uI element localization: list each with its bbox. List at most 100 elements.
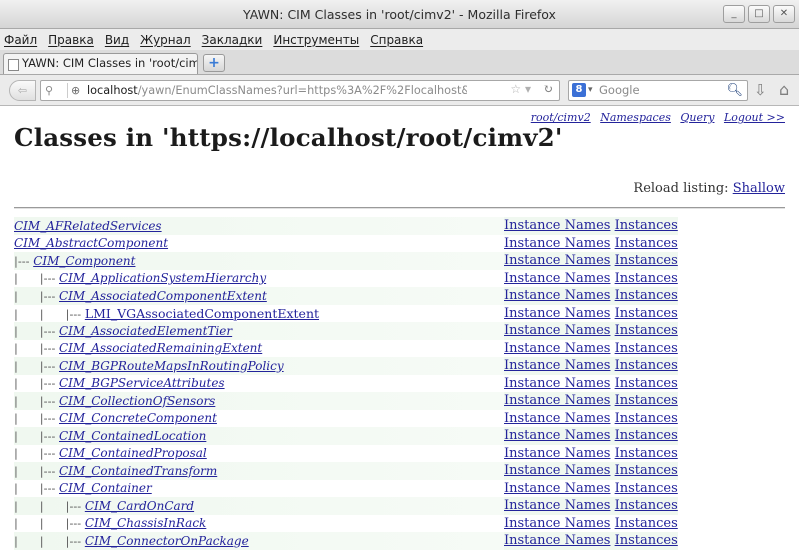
class-link[interactable]: CIM_ConnectorOnPackage (85, 534, 249, 548)
menu-view[interactable]: Вид (105, 33, 129, 47)
instance-names-link[interactable]: Instance Names (504, 481, 610, 496)
instance-names-link[interactable]: Instance Names (504, 533, 610, 548)
class-link[interactable]: CIM_CollectionOfSensors (59, 394, 215, 408)
search-engine-icon[interactable]: 8 (572, 83, 586, 97)
instances-link[interactable]: Instances (615, 516, 678, 531)
instances-link[interactable]: Instances (615, 358, 678, 373)
instances-link[interactable]: Instances (615, 411, 678, 426)
instances-link[interactable]: Instances (615, 533, 678, 548)
instances-link[interactable]: Instances (615, 446, 678, 461)
menu-tools[interactable]: Инструменты (273, 33, 359, 47)
search-icon[interactable]: 🔍︎ (726, 82, 743, 99)
menu-bookmarks[interactable]: Закладки (202, 33, 263, 47)
menu-history[interactable]: Журнал (140, 33, 191, 47)
close-icon[interactable]: ✕ (773, 5, 795, 23)
instances-link[interactable]: Instances (615, 393, 678, 408)
window-title: YAWN: CIM Classes in 'root/cimv2' - Mozi… (243, 7, 556, 22)
instances-link[interactable]: Instances (615, 306, 678, 321)
class-link[interactable]: CIM_ContainedTransform (59, 464, 217, 478)
bookmark-star-icon[interactable]: ☆ ▾ (510, 82, 531, 96)
instance-names-link[interactable]: Instance Names (504, 306, 610, 321)
instances-link[interactable]: Instances (615, 376, 678, 391)
search-bar[interactable]: 8 ▾ Google 🔍︎ (568, 80, 748, 101)
new-tab-button[interactable]: + (203, 54, 225, 72)
instance-names-link[interactable]: Instance Names (504, 393, 610, 408)
class-link[interactable]: CIM_AbstractComponent (14, 236, 168, 250)
tab-yawn-classes[interactable]: YAWN: CIM Classes in 'root/cim... (3, 53, 198, 74)
instance-names-link[interactable]: Instance Names (504, 411, 610, 426)
instance-names-link[interactable]: Instance Names (504, 236, 610, 251)
instance-names-link[interactable]: Instance Names (504, 271, 610, 286)
actions-cell: Instance Names Instances (504, 287, 678, 305)
instance-names-link[interactable]: Instance Names (504, 341, 610, 356)
class-link[interactable]: CIM_ContainedProposal (59, 446, 207, 460)
reload-icon[interactable]: ↻ (543, 82, 553, 96)
tree-prefix: | |--- (14, 288, 59, 303)
back-arrow-icon: ⇦ (17, 84, 28, 97)
site-identity-icon[interactable]: ⚲ (45, 83, 68, 98)
instances-link[interactable]: Instances (615, 253, 678, 268)
class-link[interactable]: CIM_ContainedLocation (59, 429, 206, 443)
download-icon[interactable]: ⇩ (754, 81, 767, 99)
instance-names-link[interactable]: Instance Names (504, 463, 610, 478)
instances-link[interactable]: Instances (615, 288, 678, 303)
class-link[interactable]: CIM_AFRelatedServices (14, 219, 162, 233)
class-link[interactable]: CIM_BGPRouteMapsInRoutingPolicy (59, 359, 284, 373)
tree-prefix: | | |--- (14, 306, 85, 321)
chevron-down-icon[interactable]: ▾ (588, 83, 593, 98)
instances-link[interactable]: Instances (615, 428, 678, 443)
instances-link[interactable]: Instances (615, 463, 678, 478)
instances-link[interactable]: Instances (615, 271, 678, 286)
link-query[interactable]: Query (680, 111, 714, 124)
class-link[interactable]: CIM_AssociatedElementTier (59, 324, 232, 338)
class-link[interactable]: CIM_Component (33, 254, 135, 268)
menu-file[interactable]: Файл (4, 33, 37, 47)
class-link[interactable]: CIM_AssociatedRemainingExtent (59, 341, 262, 355)
navigation-bar: ⇦ ⚲ ⊕ localhost/yawn/EnumClassNames?url=… (0, 75, 799, 106)
class-link[interactable]: CIM_Container (59, 481, 152, 495)
tree-prefix: | |--- (14, 481, 59, 496)
instance-names-link[interactable]: Instance Names (504, 428, 610, 443)
shallow-link[interactable]: Shallow (733, 181, 785, 196)
instances-link[interactable]: Instances (615, 481, 678, 496)
class-cell: | |--- CIM_ContainedLocation (14, 427, 504, 445)
actions-cell: Instance Names Instances (504, 270, 678, 288)
home-icon[interactable]: ⌂ (779, 80, 789, 99)
actions-cell: Instance Names Instances (504, 235, 678, 253)
address-bar[interactable]: ⚲ ⊕ localhost/yawn/EnumClassNames?url=ht… (40, 80, 560, 101)
instance-names-link[interactable]: Instance Names (504, 323, 610, 338)
class-link[interactable]: CIM_CardOnCard (85, 499, 194, 513)
back-button[interactable]: ⇦ (9, 80, 36, 101)
instances-link[interactable]: Instances (615, 341, 678, 356)
instance-names-link[interactable]: Instance Names (504, 288, 610, 303)
class-link[interactable]: CIM_BGPServiceAttributes (59, 376, 225, 390)
class-link[interactable]: LMI_VGAssociatedComponentExtent (85, 306, 319, 321)
instances-link[interactable]: Instances (615, 218, 678, 233)
window-title-bar[interactable]: YAWN: CIM Classes in 'root/cimv2' - Mozi… (0, 0, 799, 29)
instance-names-link[interactable]: Instance Names (504, 498, 610, 513)
class-link[interactable]: CIM_ConcreteComponent (59, 411, 217, 425)
menu-edit[interactable]: Правка (48, 33, 94, 47)
actions-cell: Instance Names Instances (504, 322, 678, 340)
instance-names-link[interactable]: Instance Names (504, 358, 610, 373)
instance-names-link[interactable]: Instance Names (504, 516, 610, 531)
instance-names-link[interactable]: Instance Names (504, 446, 610, 461)
class-cell: | | |--- LMI_VGAssociatedComponentExtent (14, 305, 504, 323)
tree-prefix: | |--- (14, 323, 59, 338)
maximize-icon[interactable]: □ (748, 5, 770, 23)
address-url[interactable]: localhost/yawn/EnumClassNames?url=https%… (87, 83, 467, 98)
instances-link[interactable]: Instances (615, 498, 678, 513)
table-row: | |--- CIM_ContainedLocation Instance Nam… (14, 427, 678, 445)
class-link[interactable]: CIM_ChassisInRack (85, 516, 207, 530)
link-namespaces[interactable]: Namespaces (600, 111, 671, 124)
instances-link[interactable]: Instances (615, 323, 678, 338)
instance-names-link[interactable]: Instance Names (504, 376, 610, 391)
class-link[interactable]: CIM_AssociatedComponentExtent (59, 289, 267, 303)
link-logout[interactable]: Logout >> (724, 111, 785, 124)
instance-names-link[interactable]: Instance Names (504, 218, 610, 233)
minimize-icon[interactable]: _ (723, 5, 745, 23)
class-link[interactable]: CIM_ApplicationSystemHierarchy (59, 271, 266, 285)
instance-names-link[interactable]: Instance Names (504, 253, 610, 268)
menu-help[interactable]: Справка (370, 33, 423, 47)
instances-link[interactable]: Instances (615, 236, 678, 251)
